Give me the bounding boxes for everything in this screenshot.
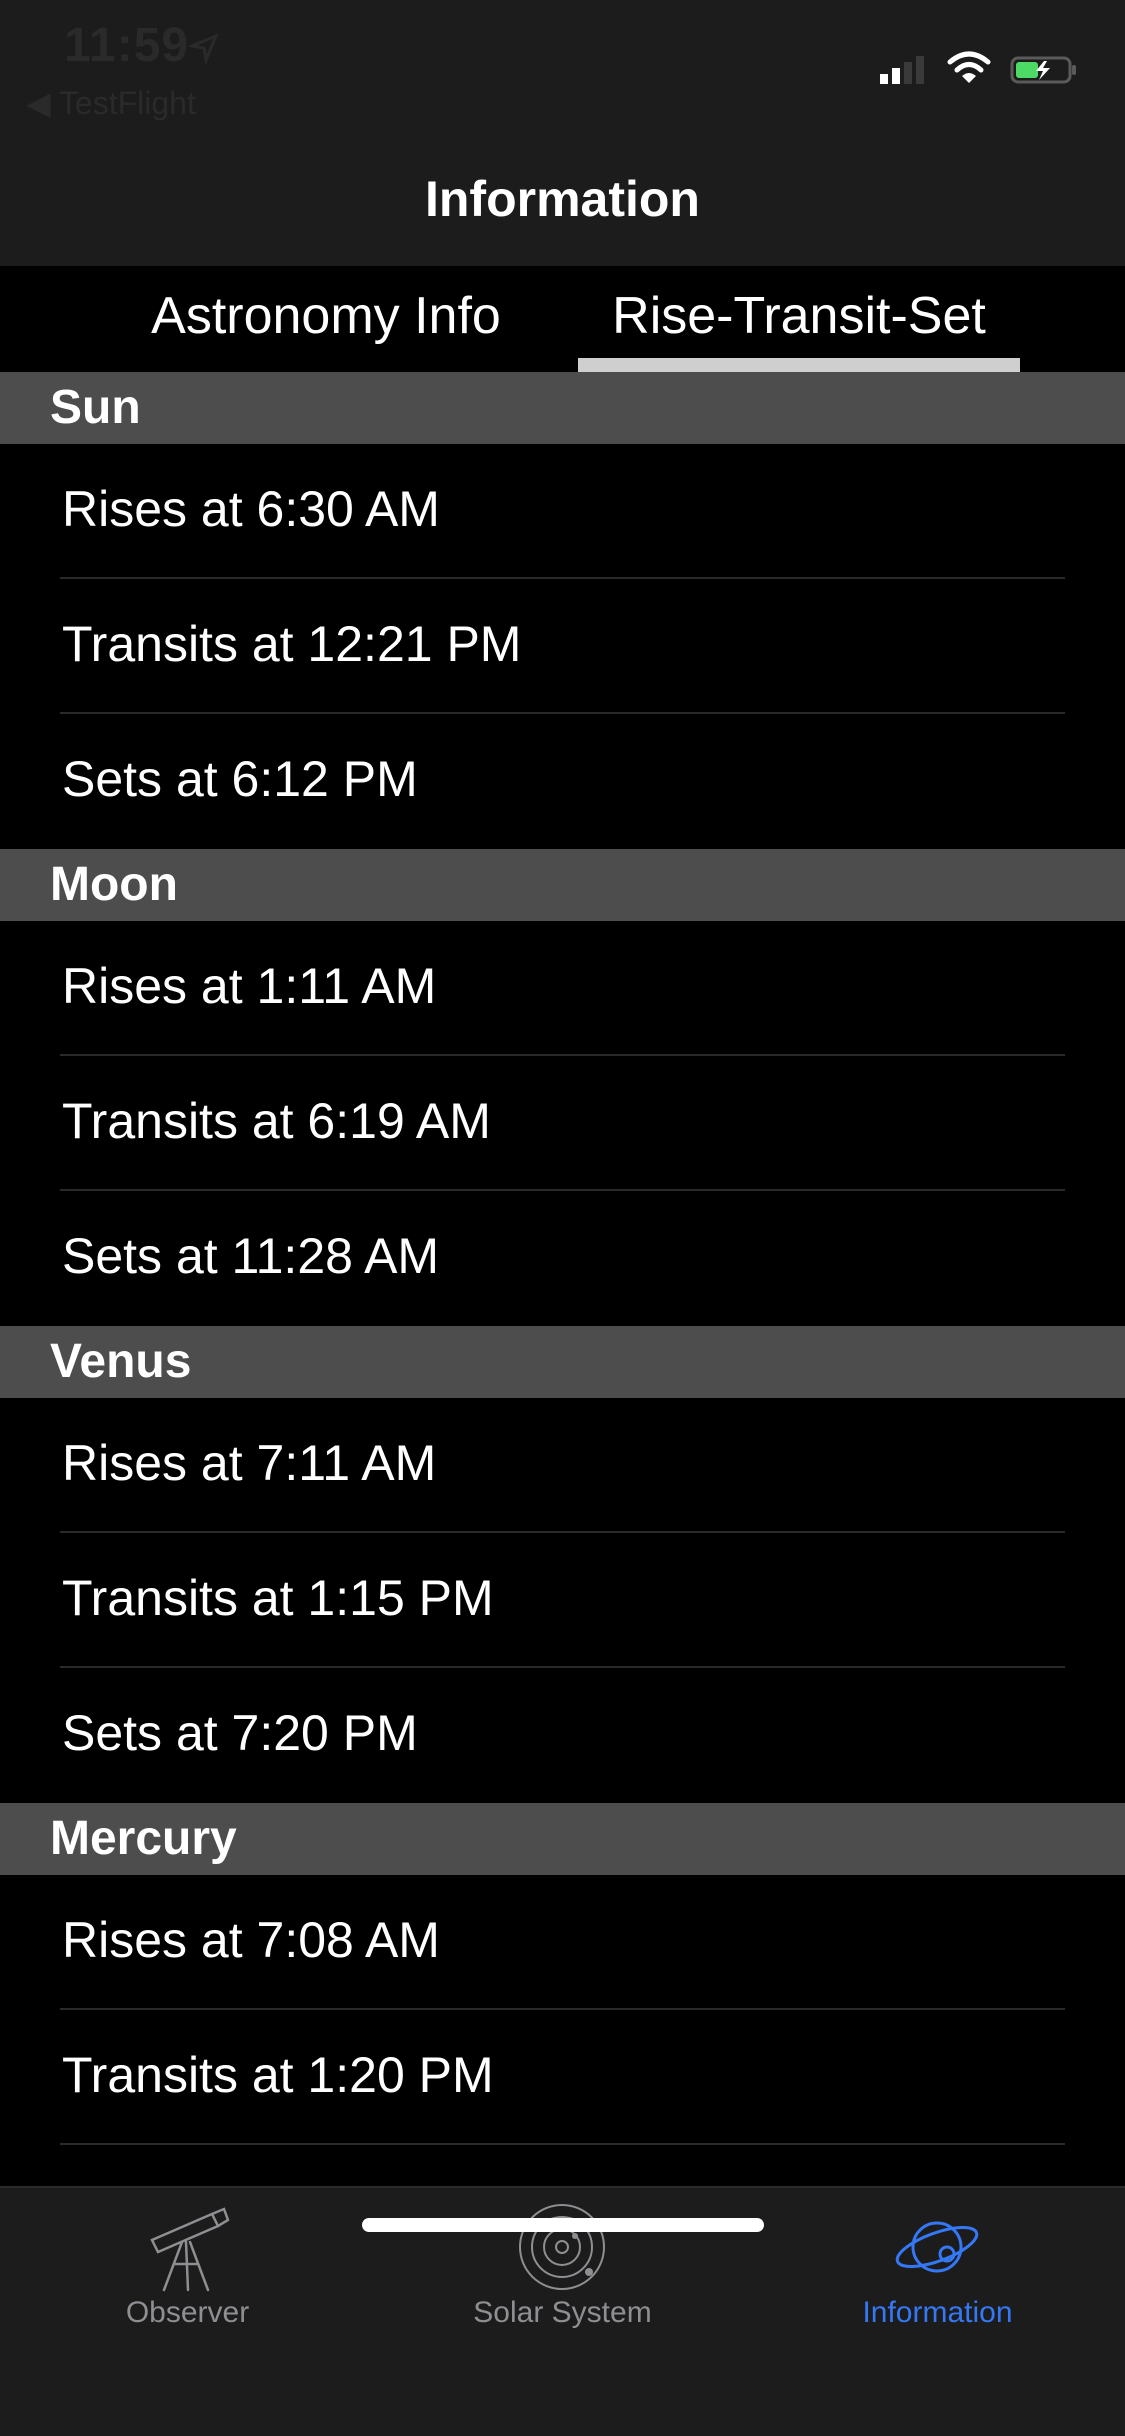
row-label: Rises at 7:08 AM — [62, 1912, 440, 1968]
row-label: Rises at 6:30 AM — [62, 481, 440, 537]
tab-astronomy-info[interactable]: Astronomy Info — [100, 286, 552, 372]
list-item[interactable]: Rises at 7:11 AM — [0, 1398, 1125, 1533]
section-header-moon: Moon — [0, 849, 1125, 921]
row-label: Transits at 12:21 PM — [62, 616, 522, 672]
tabbar-label-solar-system: Solar System — [473, 2296, 652, 2329]
row-label: Rises at 1:11 AM — [62, 958, 437, 1014]
list-item[interactable]: Rises at 6:30 AM — [0, 444, 1125, 579]
active-tab-indicator — [578, 358, 1020, 372]
wifi-icon — [947, 51, 991, 83]
list-item[interactable]: Sets at 11:28 AM — [0, 1191, 1125, 1326]
list-item[interactable]: Transits at 12:21 PM — [0, 579, 1125, 714]
list-item[interactable]: Sets at 6:12 PM — [0, 714, 1125, 849]
segment-tabs: Astronomy Info Rise-Transit-Set — [0, 266, 1125, 372]
rise-transit-set-list[interactable]: Sun Rises at 6:30 AM Transits at 12:21 P… — [0, 372, 1125, 2145]
tabbar-label-observer: Observer — [125, 2296, 250, 2329]
tabbar-item-solar-system[interactable]: Solar System — [375, 2188, 750, 2348]
section-header-venus: Venus — [0, 1326, 1125, 1398]
section-header-sun: Sun — [0, 372, 1125, 444]
row-label: Sets at 11:28 AM — [62, 1228, 440, 1284]
telescope-icon — [150, 2207, 230, 2292]
row-label: Rises at 7:11 AM — [62, 1435, 437, 1491]
solar-system-icon — [519, 2204, 605, 2290]
list-item[interactable]: Transits at 1:15 PM — [0, 1533, 1125, 1668]
row-label: Sets at 7:20 PM — [62, 1705, 418, 1761]
tabbar-item-observer[interactable]: Observer — [0, 2188, 375, 2348]
planet-icon — [895, 2221, 979, 2273]
location-arrow-icon — [188, 33, 219, 64]
battery-icon — [1010, 56, 1076, 84]
list-item[interactable]: Transits at 6:19 AM — [0, 1056, 1125, 1191]
row-divider — [60, 2143, 1065, 2145]
row-label: Transits at 1:20 PM — [62, 2047, 494, 2103]
tabbar-label-information: Information — [862, 2296, 1013, 2329]
navigation-bar: Information — [0, 132, 1125, 266]
tab-bar: Observer Solar System Information — [0, 2186, 1125, 2436]
list-item[interactable]: Rises at 1:11 AM — [0, 921, 1125, 1056]
page-title: Information — [425, 171, 700, 227]
list-item[interactable]: Rises at 7:08 AM — [0, 1875, 1125, 2010]
section-header-mercury: Mercury — [0, 1803, 1125, 1875]
status-bar: 11:59 ◀ TestFlight — [0, 0, 1125, 132]
row-label: Transits at 1:15 PM — [62, 1570, 494, 1626]
status-time: 11:59 — [64, 19, 190, 72]
list-item[interactable]: Transits at 1:20 PM — [0, 2010, 1125, 2145]
back-to-app-link[interactable]: ◀ TestFlight — [26, 84, 196, 122]
list-item[interactable]: Sets at 7:20 PM — [0, 1668, 1125, 1803]
row-label: Sets at 6:12 PM — [62, 751, 418, 807]
tabbar-item-information[interactable]: Information — [750, 2188, 1125, 2348]
row-label: Transits at 6:19 AM — [62, 1093, 491, 1149]
cellular-signal-icon — [880, 56, 924, 84]
home-indicator — [362, 2218, 764, 2232]
